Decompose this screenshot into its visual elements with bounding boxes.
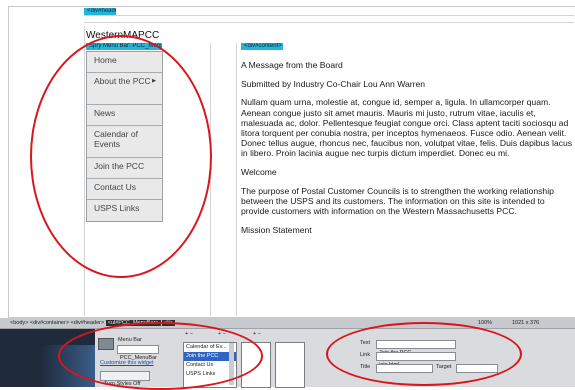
subsubmenu-list[interactable] [275, 342, 305, 388]
header-divider [84, 15, 574, 16]
tag-header[interactable]: <div#header> [71, 320, 105, 326]
content-welcome: Welcome [241, 167, 277, 178]
column-divider-right [236, 43, 237, 316]
annotation-ellipse-fields [326, 322, 522, 386]
content-byline: Submitted by Industry Co-Chair Lou Ann W… [241, 78, 426, 89]
content-purpose: The purpose of Postal Customer Councils … [241, 185, 554, 217]
content-paragraph: Nullam quam urna, molestie at, congue id… [241, 97, 573, 159]
tag-body[interactable]: <body> [10, 320, 28, 326]
list-control-3[interactable]: + − [253, 331, 261, 337]
content-area[interactable]: A Message from the Board Submitted by In… [241, 60, 574, 332]
content-tag-label: <div#content> [241, 43, 283, 50]
annotation-ellipse-menu [30, 35, 212, 278]
content-mission: Mission Statement [241, 224, 312, 235]
header-divider-2 [84, 22, 574, 23]
content-heading: A Message from the Board [241, 60, 343, 70]
zoom-level[interactable]: 100% [478, 318, 492, 328]
tag-container[interactable]: <div#container> [30, 320, 69, 326]
header-tag-label: <div#header> [84, 8, 116, 15]
window-size[interactable]: 1021 x 376 [512, 318, 539, 328]
annotation-ellipse-widget [58, 322, 263, 390]
